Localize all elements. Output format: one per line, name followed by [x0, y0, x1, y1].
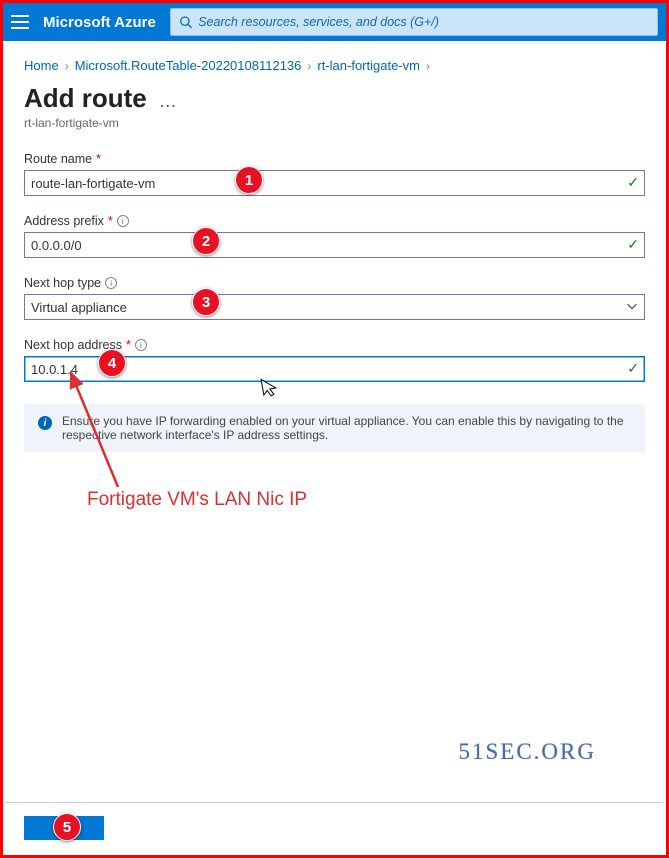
- next-hop-type-select[interactable]: Virtual appliance: [24, 294, 645, 320]
- next-hop-type-value: Virtual appliance: [31, 300, 127, 315]
- annotation-badge-5: 5: [53, 813, 81, 841]
- watermark: 51SEC.ORG: [459, 739, 597, 765]
- azure-topbar: Microsoft Azure: [3, 3, 666, 41]
- field-address-prefix: Address prefix * i ✓: [24, 214, 645, 258]
- page-title: Add route: [24, 83, 147, 114]
- check-icon: ✓: [627, 236, 639, 253]
- search-input[interactable]: [198, 15, 649, 29]
- page-subtitle: rt-lan-fortigate-vm: [24, 116, 645, 130]
- brand-label: Microsoft Azure: [43, 14, 156, 31]
- next-hop-type-label: Next hop type: [24, 276, 101, 290]
- chevron-right-icon: ›: [307, 59, 311, 73]
- search-icon: [179, 15, 192, 29]
- info-icon[interactable]: i: [105, 277, 117, 289]
- info-icon[interactable]: i: [117, 215, 129, 227]
- more-actions-button[interactable]: …: [159, 91, 178, 112]
- breadcrumb-rt-lan[interactable]: rt-lan-fortigate-vm: [317, 58, 420, 73]
- annotation-badge-1: 1: [235, 166, 263, 194]
- hamburger-menu[interactable]: [11, 12, 31, 32]
- required-mark: *: [96, 152, 101, 166]
- annotation-badge-4: 4: [98, 349, 126, 377]
- content-area: Home › Microsoft.RouteTable-202201081121…: [6, 44, 663, 852]
- global-search[interactable]: [170, 8, 658, 36]
- chevron-right-icon: ›: [65, 59, 69, 73]
- breadcrumb: Home › Microsoft.RouteTable-202201081121…: [24, 58, 645, 73]
- breadcrumb-home[interactable]: Home: [24, 58, 59, 73]
- route-name-label: Route name: [24, 152, 92, 166]
- address-prefix-input[interactable]: [24, 232, 645, 258]
- info-icon[interactable]: i: [135, 339, 147, 351]
- info-text: Ensure you have IP forwarding enabled on…: [62, 414, 631, 442]
- annotation-badge-2: 2: [192, 227, 220, 255]
- annotation-badge-3: 3: [192, 288, 220, 316]
- breadcrumb-routetable[interactable]: Microsoft.RouteTable-20220108112136: [75, 58, 302, 73]
- field-next-hop-type: Next hop type i Virtual appliance: [24, 276, 645, 320]
- required-mark: *: [126, 338, 131, 352]
- check-icon: ✓: [627, 174, 639, 191]
- annotation-text: Fortigate VM's LAN Nic IP: [87, 489, 307, 511]
- ip-forwarding-info: i Ensure you have IP forwarding enabled …: [24, 404, 645, 452]
- field-route-name: Route name * ✓: [24, 152, 645, 196]
- address-prefix-label: Address prefix: [24, 214, 104, 228]
- required-mark: *: [108, 214, 113, 228]
- check-icon: ✓: [627, 360, 639, 377]
- chevron-right-icon: ›: [426, 59, 430, 73]
- footer-bar: OK: [6, 802, 663, 852]
- chevron-down-icon: [625, 299, 639, 313]
- app-frame: Microsoft Azure Home › Microsoft.RouteTa…: [0, 0, 669, 858]
- info-circle-icon: i: [38, 416, 52, 430]
- route-name-input[interactable]: [24, 170, 645, 196]
